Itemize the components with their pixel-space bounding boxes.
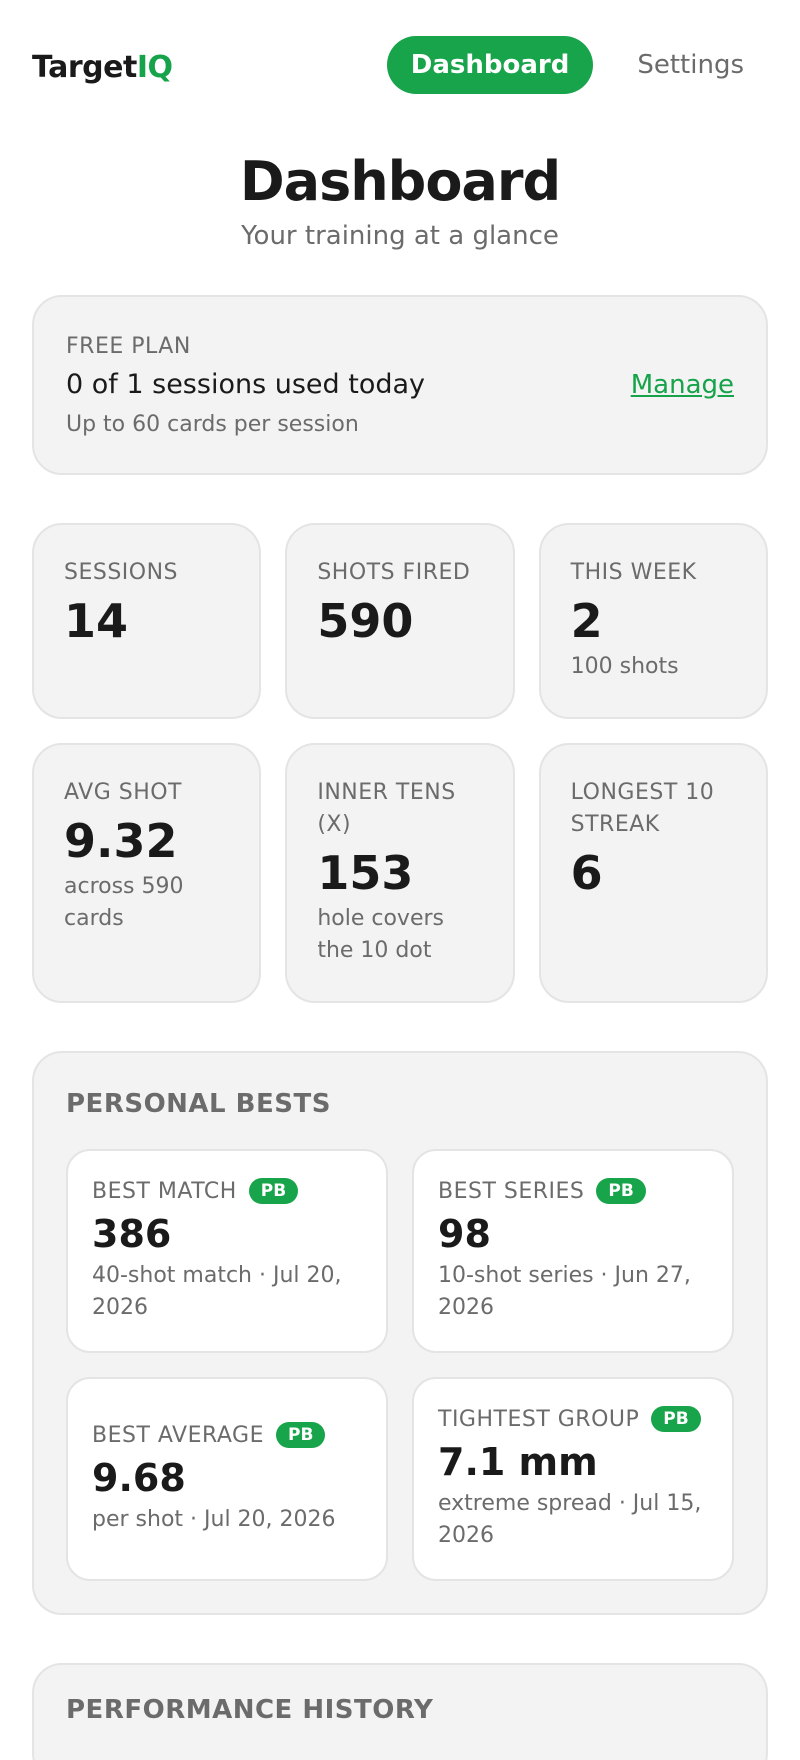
performance-history-section: PERFORMANCE HISTORY	[32, 1663, 768, 1760]
page-header: Dashboard Your training at a glance	[32, 150, 768, 251]
best-label: TIGHTEST GROUP	[438, 1406, 640, 1432]
stat-sub: across 590 cards	[64, 874, 184, 931]
best-label: BEST AVERAGE	[92, 1422, 264, 1448]
manage-plan-link[interactable]: Manage	[631, 370, 734, 400]
plan-limit: Up to 60 cards per session	[66, 411, 359, 437]
best-head: BEST AVERAGE PB	[92, 1422, 362, 1448]
pb-badge: PB	[651, 1406, 701, 1432]
stat-label: THIS WEEK	[570, 560, 697, 585]
best-label: BEST SERIES	[438, 1178, 585, 1204]
best-card-average: BEST AVERAGE PB 9.68 per shot · Jul 20, …	[66, 1377, 388, 1581]
stat-label: INNER TENS (X)	[317, 780, 456, 837]
bests-grid: BEST MATCH PB 386 40-shot match · Jul 20…	[66, 1149, 734, 1581]
best-value: 386	[92, 1212, 172, 1256]
stat-card-sessions: SESSIONS 14	[32, 523, 262, 719]
brand-name-accent: IQ	[136, 49, 173, 85]
pb-badge: PB	[248, 1178, 299, 1204]
stat-card-shots-fired: SHOTS FIRED 590	[285, 523, 515, 719]
section-title: PERSONAL BESTS	[66, 1089, 331, 1119]
best-head: BEST MATCH PB	[92, 1178, 362, 1204]
section-title: PERFORMANCE HISTORY	[66, 1695, 434, 1725]
plan-usage: 0 of 1 sessions used today	[66, 368, 426, 400]
stat-value: 14	[64, 594, 129, 648]
stat-label: AVG SHOT	[64, 780, 182, 805]
best-card-series: BEST SERIES PB 98 10-shot series · Jun 2…	[412, 1149, 734, 1353]
top-bar: TargetIQ Dashboard Settings	[32, 0, 768, 130]
stat-value: 153	[317, 846, 414, 900]
best-card-group: TIGHTEST GROUP PB 7.1 mm extreme spread …	[412, 1377, 734, 1581]
pb-badge: PB	[596, 1178, 646, 1204]
nav-settings[interactable]: Settings	[613, 36, 768, 94]
best-value: 9.68	[92, 1456, 186, 1500]
stat-value: 590	[317, 594, 414, 648]
stat-card-avg-shot: AVG SHOT 9.32 across 590 cards	[32, 743, 262, 1003]
plan-tag: FREE PLAN	[66, 333, 191, 359]
brand-logo[interactable]: TargetIQ	[32, 46, 173, 85]
pb-badge: PB	[276, 1422, 326, 1448]
plan-info: FREE PLAN 0 of 1 sessions used today Up …	[66, 334, 425, 437]
stat-value: 6	[570, 846, 603, 900]
best-value: 7.1 mm	[438, 1440, 598, 1484]
best-head: BEST SERIES PB	[438, 1178, 708, 1204]
dashboard-page: TargetIQ Dashboard Settings Dashboard Yo…	[0, 0, 800, 1760]
main-nav: Dashboard Settings	[386, 36, 768, 94]
best-sub: 40-shot match · Jul 20, 2026	[92, 1263, 342, 1320]
stats-grid: SESSIONS 14 SHOTS FIRED 590 THIS WEEK 2 …	[32, 523, 768, 1003]
nav-dashboard[interactable]: Dashboard	[386, 36, 594, 94]
stat-label: SESSIONS	[64, 560, 179, 585]
stat-label: SHOTS FIRED	[317, 560, 471, 585]
stat-sub: 100 shots	[570, 654, 679, 679]
stat-value: 9.32	[64, 814, 178, 868]
stat-sub: hole covers the 10 dot	[317, 906, 444, 963]
stat-label: LONGEST 10 STREAK	[570, 780, 715, 837]
stat-value: 2	[570, 594, 603, 648]
stat-card-this-week: THIS WEEK 2 100 shots	[538, 523, 768, 719]
stat-card-inner-tens: INNER TENS (X) 153 hole covers the 10 do…	[285, 743, 515, 1003]
best-value: 98	[438, 1212, 491, 1256]
stat-card-longest-streak: LONGEST 10 STREAK 6	[538, 743, 768, 1003]
personal-bests-section: PERSONAL BESTS BEST MATCH PB 386 40-shot…	[32, 1051, 768, 1615]
best-sub: extreme spread · Jul 15, 2026	[438, 1491, 702, 1548]
best-head: TIGHTEST GROUP PB	[438, 1406, 708, 1432]
page-title: Dashboard	[239, 150, 561, 213]
plan-card: FREE PLAN 0 of 1 sessions used today Up …	[32, 295, 768, 475]
best-label: BEST MATCH	[92, 1178, 237, 1204]
best-sub: 10-shot series · Jun 27, 2026	[438, 1263, 691, 1320]
brand-name-main: Target	[32, 49, 137, 85]
best-sub: per shot · Jul 20, 2026	[92, 1507, 336, 1532]
page-subtitle: Your training at a glance	[241, 221, 559, 251]
best-card-match: BEST MATCH PB 386 40-shot match · Jul 20…	[66, 1149, 388, 1353]
